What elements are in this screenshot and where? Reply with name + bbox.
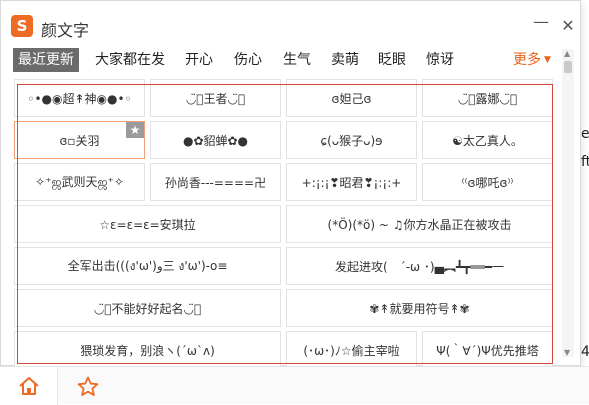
star-outline-icon: [77, 376, 99, 396]
tab-more[interactable]: 更多 ▼: [509, 48, 555, 72]
minimize-button[interactable]: —: [532, 13, 550, 31]
emoticon-cell[interactable]: 全军出击(((ง'ω')و三 ง'ω')-o≡: [14, 247, 281, 285]
tab-cute[interactable]: 卖萌: [327, 48, 363, 72]
tab-more-label: 更多: [513, 52, 541, 68]
home-tab[interactable]: [0, 367, 58, 405]
background-text: 4: [581, 344, 589, 360]
window-title: 颜文字: [41, 21, 90, 40]
tab-angry[interactable]: 生气: [279, 48, 315, 72]
emoticon-cell[interactable]: ●✿貂蝉✿●: [150, 121, 281, 159]
emoticon-cell[interactable]: ◡̈⃝王者◡̈⃝: [150, 79, 281, 117]
tab-recent[interactable]: 最近更新: [13, 48, 79, 72]
emoticon-cell[interactable]: ☆ε=ε=ε=安琪拉: [14, 205, 281, 243]
emoticon-cell[interactable]: ⁽⁽ɞ哪吒ɞ⁾⁾: [422, 163, 553, 201]
sogou-logo-icon: S: [11, 15, 33, 37]
emoticon-text: ɞ▫关羽: [59, 133, 100, 148]
emoticon-popup: S 颜文字 — ✕ 最近更新 大家都在发 开心 伤心 生气 卖萌 眨眼 惊讶 更…: [0, 0, 581, 367]
scroll-thumb[interactable]: [564, 61, 572, 73]
category-tabs: 最近更新 大家都在发 开心 伤心 生气 卖萌 眨眼 惊讶 更多 ▼: [13, 48, 561, 74]
emoticon-cell[interactable]: 孙尚香---====卍: [150, 163, 281, 201]
tab-popular[interactable]: 大家都在发: [91, 48, 169, 72]
scroll-down-icon[interactable]: ▼: [564, 348, 570, 357]
emoticon-cell[interactable]: ✾↟就要用符号↟✾: [286, 289, 553, 327]
emoticon-cell[interactable]: ɞ妲己ɞ: [286, 79, 417, 117]
home-icon: [18, 377, 39, 395]
caret-down-icon: ▼: [544, 55, 551, 65]
emoticon-grid: ◦•●◉超↟神◉●•◦ ◡̈⃝王者◡̈⃝ ɞ妲己ɞ ◡̈⃝露娜◡̈⃝ ɞ▫关羽 …: [9, 79, 557, 367]
bottom-bar: [0, 366, 589, 405]
emoticon-cell-selected[interactable]: ɞ▫关羽 ★: [14, 121, 145, 159]
vertical-scrollbar[interactable]: ▲ ▼: [562, 49, 574, 357]
emoticon-cell[interactable]: (･ω･)ﾉ☆偷主宰啦: [286, 331, 417, 367]
background-text: e: [581, 126, 589, 142]
close-button[interactable]: ✕: [559, 17, 577, 35]
emoticon-cell[interactable]: 猥琐发育，别浪ヽ(´ω`ʌ): [14, 331, 281, 367]
emoticon-cell[interactable]: ☯太乙真人。: [422, 121, 553, 159]
emoticon-cell[interactable]: ✧⁺ஜ武则天ஜ⁺✧: [14, 163, 145, 201]
emoticon-cell[interactable]: +:¡:¡❣昭君❣¡:¡:+: [286, 163, 417, 201]
scroll-up-icon[interactable]: ▲: [564, 49, 570, 58]
tab-sad[interactable]: 伤心: [230, 48, 266, 72]
emoticon-cell[interactable]: 发起进攻( ´-ω ･)▄︻┻┳══━一: [286, 247, 553, 285]
emoticon-cell[interactable]: (*Ö)(*ö) ~ ♫你方水晶正在被攻击: [286, 205, 553, 243]
tab-happy[interactable]: 开心: [181, 48, 217, 72]
favorites-tab[interactable]: [60, 367, 116, 405]
emoticon-cell[interactable]: ◡̈⃝不能好好起名◡̈⃝: [14, 289, 281, 327]
emoticon-cell[interactable]: ◡̈⃝露娜◡̈⃝: [422, 79, 553, 117]
emoticon-cell[interactable]: ◦•●◉超↟神◉●•◦: [14, 79, 145, 117]
tab-wink[interactable]: 眨眼: [374, 48, 410, 72]
emoticon-cell[interactable]: Ψ(｀∀´)Ψ优先推塔: [422, 331, 553, 367]
background-text: ft: [581, 154, 589, 170]
star-icon[interactable]: ★: [126, 122, 144, 138]
title-bar: S 颜文字 — ✕: [11, 11, 575, 41]
emoticon-cell[interactable]: ɕ(ᴗ猴子ᴗ)ɘ: [286, 121, 417, 159]
tab-surprised[interactable]: 惊讶: [422, 48, 458, 72]
